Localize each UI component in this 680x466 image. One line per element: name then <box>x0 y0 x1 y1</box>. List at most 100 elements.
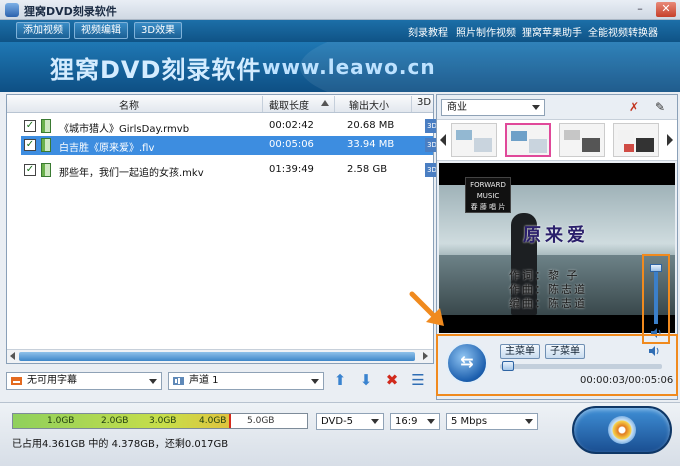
delete-icon[interactable]: ✖ <box>384 372 400 388</box>
thumbs-left-icon[interactable] <box>440 134 446 146</box>
capacity-tick: 5.0GB <box>247 416 275 426</box>
video-preview: FORWARD MUSIC 春 藤 唱 片 原来爱 作词：黎 子 作曲：陈志道 … <box>439 163 675 333</box>
menu-template-select[interactable]: 商业 <box>441 99 545 116</box>
scroll-right-icon[interactable] <box>423 352 428 360</box>
chevron-down-icon <box>427 419 435 424</box>
file-duration: 01:39:49 <box>269 164 314 175</box>
table-row[interactable]: ✓ 那些年，我们一起追的女孩.mkv 01:39:49 2.58 GB 3D <box>21 161 439 180</box>
file-list: 名称 截取长度 输出大小 3D ✓ 《城市猎人》GirlsDay.rmvb 00… <box>6 94 439 364</box>
photo-video-link[interactable]: 照片制作视频 <box>456 24 516 39</box>
video-file-icon <box>41 163 51 177</box>
chevron-down-icon <box>371 419 379 424</box>
horizontal-scrollbar[interactable] <box>7 349 433 363</box>
table-row[interactable]: ✓ 《城市猎人》GirlsDay.rmvb 00:02:42 20.68 MB … <box>21 117 439 136</box>
no-menu-icon[interactable]: ✗ <box>627 100 641 114</box>
menu-navigation-button[interactable]: ⇆ <box>446 342 488 384</box>
column-duration[interactable]: 截取长度 <box>269 97 309 112</box>
thumbs-right-icon[interactable] <box>667 134 673 146</box>
move-down-icon[interactable]: ⬇ <box>358 372 374 388</box>
disc-type-value: DVD-5 <box>321 416 354 427</box>
burn-button[interactable] <box>572 406 672 454</box>
song-title: 原来爱 <box>523 225 589 246</box>
aspect-ratio-select[interactable]: 16:9 <box>390 413 440 430</box>
toolbar: 添加视频 视频编辑 3D效果 刻录教程 照片制作视频 狸窝苹果助手 全能视频转换… <box>0 20 680 42</box>
sort-ascending-icon <box>321 100 329 106</box>
disc-type-select[interactable]: DVD-5 <box>316 413 384 430</box>
file-duration: 00:05:06 <box>269 139 314 150</box>
template-thumbnail-selected[interactable] <box>505 123 551 157</box>
file-size: 33.94 MB <box>347 139 395 150</box>
window-title: 狸窝DVD刻录软件 <box>24 5 117 18</box>
volume-level <box>654 270 658 324</box>
bitrate-value: 5 Mbps <box>451 416 488 427</box>
audio-track-select[interactable]: 声道 1 <box>168 372 324 390</box>
menu-template-strip <box>437 119 677 161</box>
column-size[interactable]: 输出大小 <box>349 97 389 112</box>
table-row-selected[interactable]: ✓ 白吉胜《原来爱》.flv 00:05:06 33.94 MB 3D <box>21 136 439 155</box>
burn-tutorial-link[interactable]: 刻录教程 <box>408 24 448 39</box>
file-duration: 00:02:42 <box>269 120 314 131</box>
chevron-down-icon <box>525 419 533 424</box>
video-converter-link[interactable]: 全能视频转换器 <box>588 24 658 39</box>
video-file-icon <box>41 138 51 152</box>
template-thumbnail[interactable] <box>451 123 497 157</box>
volume-knob[interactable] <box>650 264 662 272</box>
apple-assistant-link[interactable]: 狸窝苹果助手 <box>522 24 582 39</box>
capacity-tick: 1.0GB <box>47 416 75 426</box>
capacity-tick: 3.0GB <box>149 416 177 426</box>
audio-track-value: 声道 1 <box>189 375 219 386</box>
minimize-button[interactable]: – <box>632 2 648 17</box>
file-size: 2.58 GB <box>347 164 388 175</box>
bitrate-select[interactable]: 5 Mbps <box>446 413 538 430</box>
playback-seek-bar[interactable] <box>500 364 662 369</box>
file-name: 那些年，我们一起追的女孩.mkv <box>59 168 204 179</box>
navigation-arrows-icon: ⇆ <box>460 352 474 371</box>
subtitle-icon <box>11 377 22 385</box>
disc-capacity-bar: 1.0GB 2.0GB 3.0GB 4.0GB 5.0GB <box>12 413 308 429</box>
banner-url: www.leawo.cn <box>262 55 436 79</box>
title-bar: 狸窝DVD刻录软件 – ✕ <box>0 0 680 20</box>
seek-knob[interactable] <box>502 361 514 371</box>
channel-logo: FORWARD MUSIC 春 藤 唱 片 <box>465 177 511 213</box>
banner-title: 狸窝DVD刻录软件 <box>50 56 262 84</box>
template-thumbnail[interactable] <box>613 123 659 157</box>
column-3d[interactable]: 3D <box>417 97 431 108</box>
capacity-tick: 2.0GB <box>101 416 129 426</box>
chevron-down-icon <box>311 379 319 384</box>
file-name: 《城市猎人》GirlsDay.rmvb <box>59 124 190 135</box>
close-button[interactable]: ✕ <box>656 2 676 17</box>
credit-line: 编曲：陈志道 <box>509 297 587 310</box>
subtitle-select[interactable]: 无可用字幕 <box>6 372 162 390</box>
row-checkbox[interactable]: ✓ <box>24 139 36 151</box>
audio-track-icon <box>173 377 184 385</box>
move-up-icon[interactable]: ⬆ <box>332 372 348 388</box>
edit-menu-icon[interactable]: ✎ <box>653 100 667 114</box>
annotation-arrow-icon <box>409 291 444 326</box>
brand-banner: 狸窝DVD刻录软件 www.leawo.cn <box>0 42 680 92</box>
burn-disc-icon <box>608 416 636 444</box>
file-size: 20.68 MB <box>347 120 395 131</box>
template-thumbnail[interactable] <box>559 123 605 157</box>
scroll-left-icon[interactable] <box>10 352 15 360</box>
edit-video-button[interactable]: 视频编辑 <box>74 22 128 39</box>
capacity-tick: 4.0GB <box>199 416 227 426</box>
mute-speaker-icon[interactable] <box>648 345 660 357</box>
scrollbar-thumb[interactable] <box>19 352 415 361</box>
chevron-down-icon <box>532 105 540 110</box>
file-list-header: 名称 截取长度 输出大小 3D <box>7 95 433 113</box>
column-name[interactable]: 名称 <box>119 97 139 112</box>
menu-template-value: 商业 <box>447 102 467 113</box>
playback-time: 00:00:03/00:05:06 <box>580 375 674 386</box>
sub-menu-button[interactable]: 子菜单 <box>545 344 585 359</box>
aspect-ratio-value: 16:9 <box>395 416 418 427</box>
main-menu-button[interactable]: 主菜单 <box>500 344 540 359</box>
capacity-limit-marker <box>229 414 231 428</box>
row-checkbox[interactable]: ✓ <box>24 120 36 132</box>
chevron-down-icon <box>149 379 157 384</box>
row-checkbox[interactable]: ✓ <box>24 164 36 176</box>
3d-effect-button[interactable]: 3D效果 <box>134 22 183 39</box>
file-name: 白吉胜《原来爱》.flv <box>59 143 155 154</box>
add-video-button[interactable]: 添加视频 <box>16 22 70 39</box>
clear-list-icon[interactable]: ☰ <box>410 372 426 388</box>
app-icon <box>5 3 19 17</box>
